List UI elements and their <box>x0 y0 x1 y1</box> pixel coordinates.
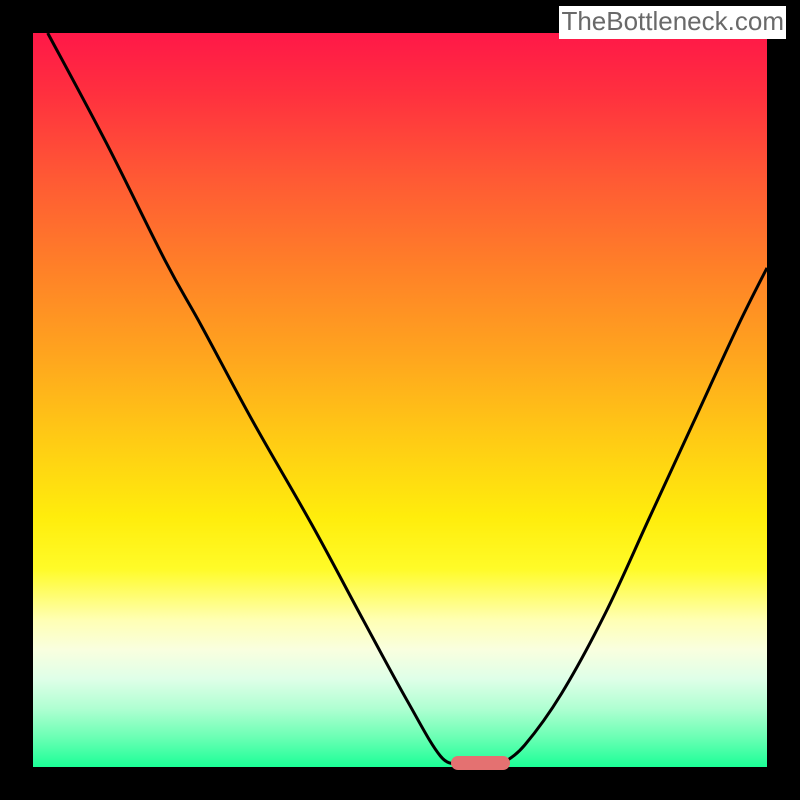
chart-plot-area <box>33 33 767 767</box>
optimal-range-marker <box>451 756 510 770</box>
curve-left-branch <box>48 33 459 763</box>
curve-right-branch <box>503 268 767 763</box>
chart-frame: TheBottleneck.com <box>0 0 800 800</box>
watermark-text: TheBottleneck.com <box>559 6 786 39</box>
bottleneck-curve <box>33 33 767 767</box>
